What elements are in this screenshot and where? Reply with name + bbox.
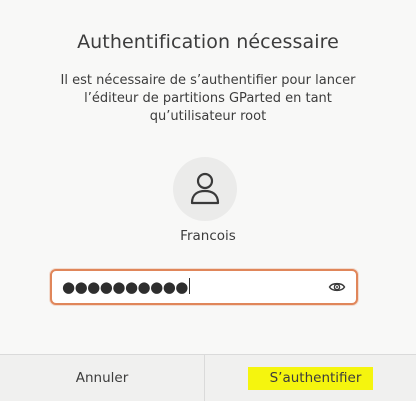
cancel-button[interactable]: Annuler	[0, 355, 205, 401]
avatar	[173, 157, 237, 221]
user-icon	[190, 172, 220, 205]
eye-icon[interactable]	[328, 279, 346, 295]
authenticate-button[interactable]: S’authentifier	[205, 355, 416, 401]
password-field[interactable]: ●●●●●●●●●●	[50, 269, 358, 305]
cancel-button-label: Annuler	[75, 370, 129, 386]
username-label: Francois	[180, 228, 236, 244]
password-mask: ●●●●●●●●●●	[62, 278, 188, 296]
text-caret	[188, 278, 191, 294]
authentication-dialog: Authentification nécessaire Il est néces…	[0, 0, 416, 401]
dialog-message: Il est nécessaire de s’authentifier pour…	[60, 73, 356, 124]
authenticate-button-label: S’authentifier	[247, 366, 374, 390]
dialog-title: Authentification nécessaire	[77, 31, 339, 53]
password-value: ●●●●●●●●●●	[62, 277, 191, 297]
dialog-footer: Annuler S’authentifier	[0, 354, 416, 401]
